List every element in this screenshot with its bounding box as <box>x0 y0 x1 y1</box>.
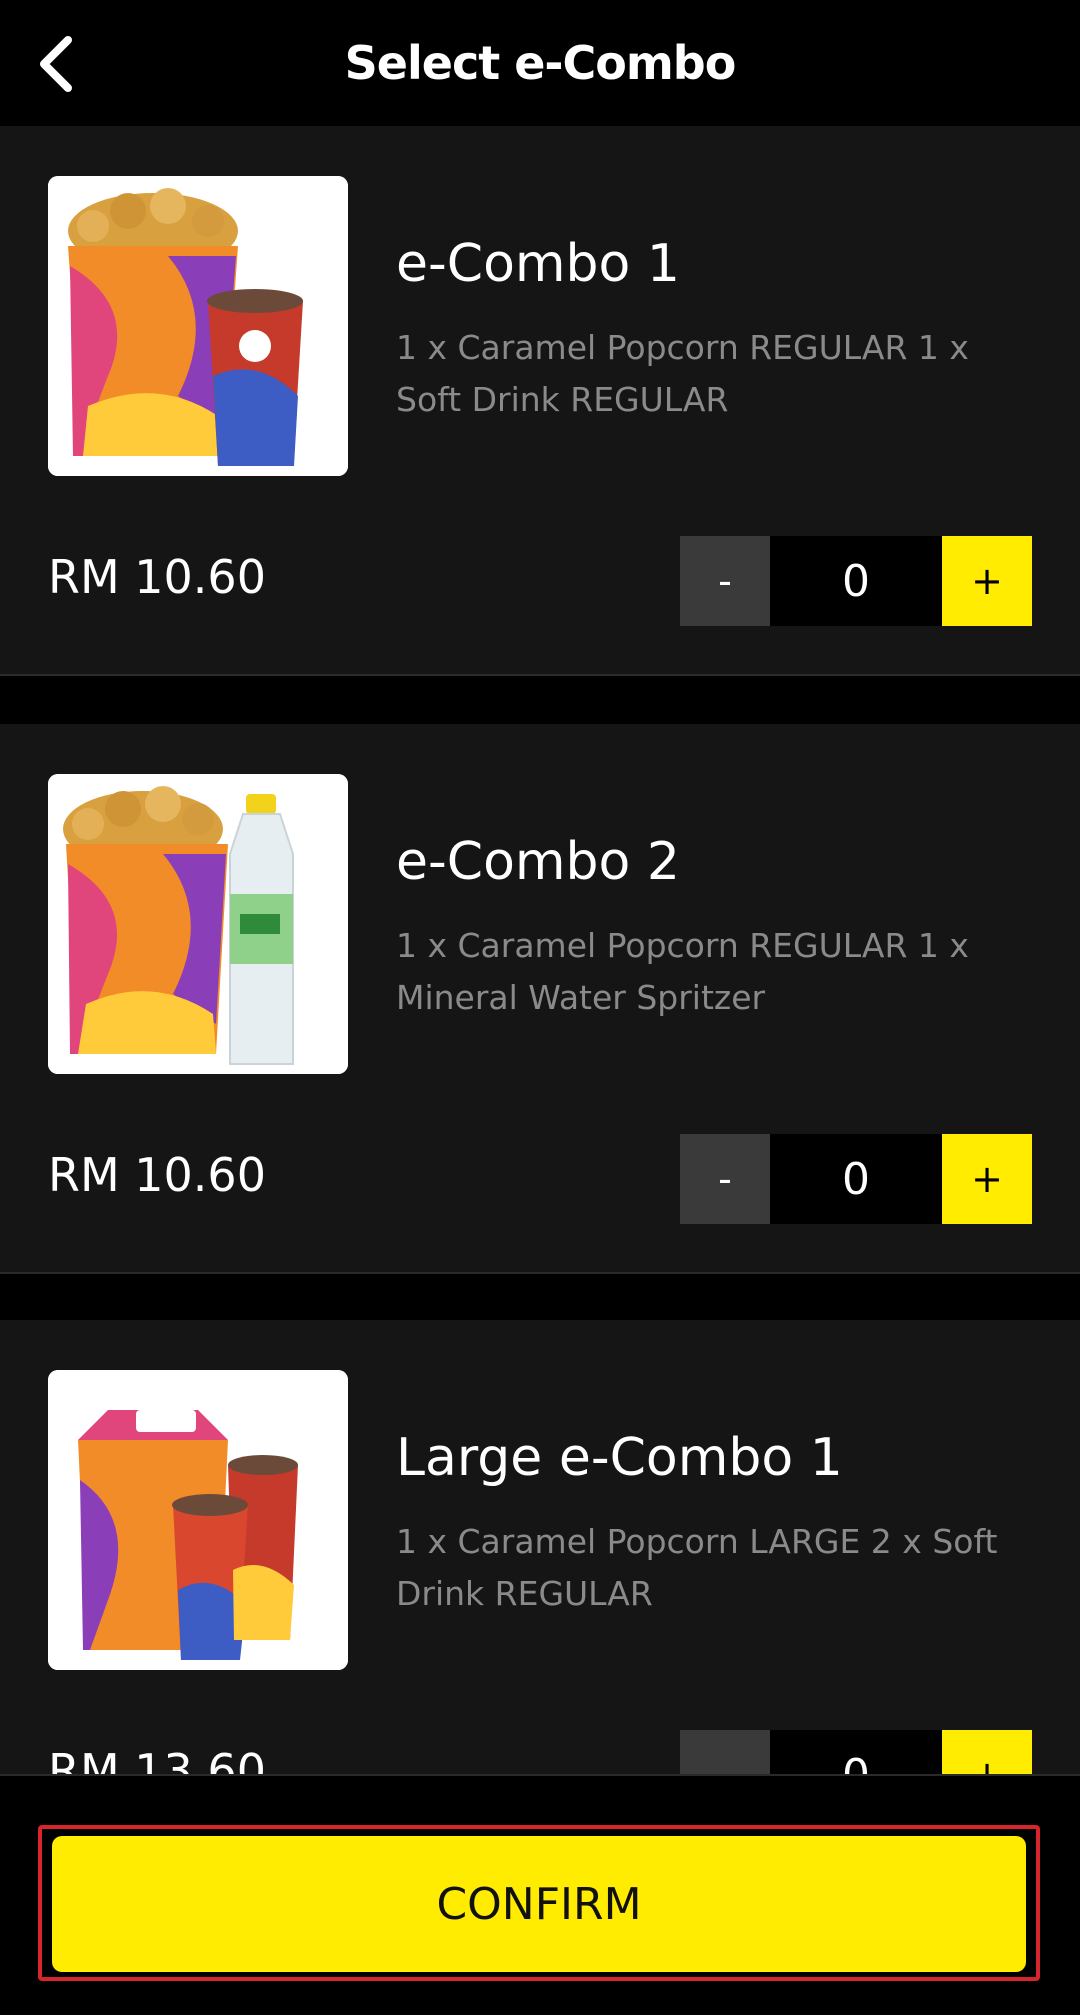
combo-list[interactable]: e-Combo 1 1 x Caramel Popcorn REGULAR 1 … <box>0 126 1080 1774</box>
combo-description: 1 x Caramel Popcorn REGULAR 1 x Mineral … <box>396 926 969 1017</box>
combo-card: e-Combo 1 1 x Caramel Popcorn REGULAR 1 … <box>0 126 1080 676</box>
combo-description: 1 x Caramel Popcorn REGULAR 1 x Soft Dri… <box>396 328 969 419</box>
combo-card: Large e-Combo 1 1 x Caramel Popcorn LARG… <box>0 1320 1080 1774</box>
page-title: Select e-Combo <box>344 36 737 90</box>
increase-button[interactable]: + <box>942 1730 1032 1774</box>
combo-price: RM 10.60 <box>48 550 266 604</box>
quantity-value: 0 <box>770 1134 942 1224</box>
large-popcorn-and-two-drinks-image <box>48 1370 348 1670</box>
chevron-left-icon <box>40 36 72 92</box>
combo-name: e-Combo 2 <box>396 832 680 892</box>
footer-bar: CONFIRM <box>0 1774 1080 2015</box>
increase-button[interactable]: + <box>942 1134 1032 1224</box>
combo-price: RM 13.60 <box>48 1744 266 1774</box>
quantity-value: 0 <box>770 536 942 626</box>
combo-description: 1 x Caramel Popcorn LARGE 2 x Soft Drink… <box>396 1522 998 1613</box>
combo-price: RM 10.60 <box>48 1148 266 1202</box>
quantity-stepper: - 0 + <box>680 1134 1032 1224</box>
quantity-stepper: - 0 + <box>680 1730 1032 1774</box>
combo-card: e-Combo 2 1 x Caramel Popcorn REGULAR 1 … <box>0 724 1080 1274</box>
combo-name: e-Combo 1 <box>396 234 680 294</box>
decrease-button[interactable]: - <box>680 536 770 626</box>
decrease-button[interactable]: - <box>680 1134 770 1224</box>
popcorn-and-drink-image <box>48 176 348 476</box>
popcorn-and-water-image <box>48 774 348 1074</box>
increase-button[interactable]: + <box>942 536 1032 626</box>
combo-name: Large e-Combo 1 <box>396 1428 843 1488</box>
confirm-button[interactable]: CONFIRM <box>52 1836 1026 1972</box>
combo-image <box>48 1370 348 1670</box>
combo-image <box>48 176 348 476</box>
combo-image <box>48 774 348 1074</box>
decrease-button[interactable]: - <box>680 1730 770 1774</box>
quantity-value: 0 <box>770 1730 942 1774</box>
header-bar: Select e-Combo <box>0 0 1080 126</box>
back-button[interactable] <box>22 28 94 100</box>
quantity-stepper: - 0 + <box>680 536 1032 626</box>
